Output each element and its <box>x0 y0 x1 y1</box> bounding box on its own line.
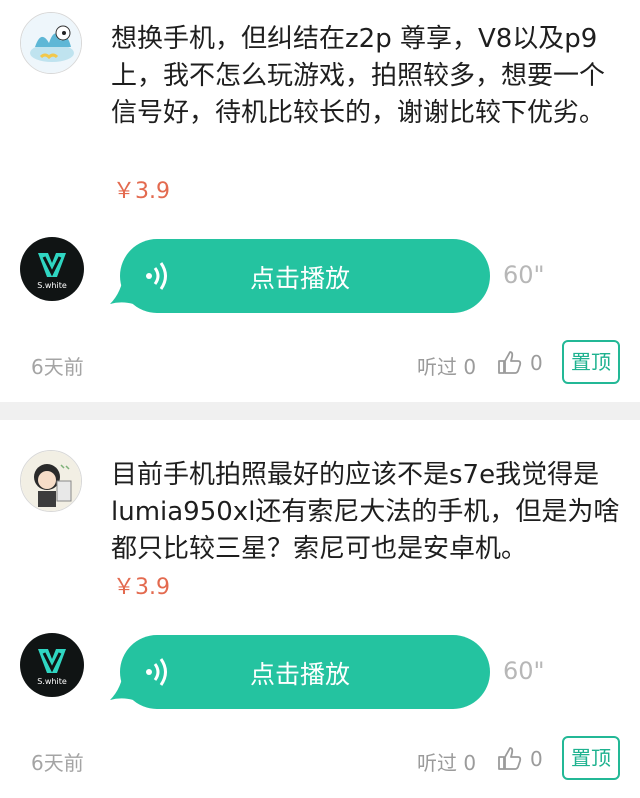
thumbs-up-icon[interactable] <box>497 349 523 375</box>
pin-top-button[interactable]: 置顶 <box>562 340 620 384</box>
post-time: 6天前 <box>31 751 84 775</box>
price-label: ￥3.9 <box>113 575 170 600</box>
qa-card: 想换手机，但纠结在z2p 尊享，V8以及p9上，我不怎么玩游戏，拍照较多，想要一… <box>0 0 640 402</box>
qa-card: 目前手机拍照最好的应该不是s7e我觉得是lumia950xl还有索尼大法的手机，… <box>0 420 640 798</box>
avatar-label: S.white <box>37 677 67 686</box>
asker-avatar[interactable] <box>20 12 82 74</box>
section-divider <box>0 402 640 420</box>
question-text: 想换手机，但纠结在z2p 尊享，V8以及p9上，我不怎么玩游戏，拍照较多，想要一… <box>111 24 606 128</box>
listen-count: 听过 0 <box>417 355 477 379</box>
brand-logo-icon <box>38 253 66 277</box>
like-count: 0 <box>530 747 543 771</box>
like-count: 0 <box>530 351 543 375</box>
audio-wave-icon <box>146 658 167 686</box>
question-text: 目前手机拍照最好的应该不是s7e我觉得是lumia950xl还有索尼大法的手机，… <box>111 460 620 564</box>
play-label: 点击播放 <box>250 264 351 293</box>
audio-duration: 60" <box>503 261 545 289</box>
avatar-label: S.white <box>37 281 67 290</box>
answerer-avatar[interactable]: S.white <box>20 237 84 301</box>
listen-count: 听过 0 <box>417 751 477 775</box>
brand-logo-icon <box>38 649 66 673</box>
thumbs-up-icon[interactable] <box>497 745 523 771</box>
price-label: ￥3.9 <box>113 179 170 204</box>
audio-wave-icon <box>146 262 167 290</box>
audio-duration: 60" <box>503 657 545 685</box>
answerer-avatar[interactable]: S.white <box>20 633 84 697</box>
play-label: 点击播放 <box>250 660 351 689</box>
post-time: 6天前 <box>31 355 84 379</box>
pin-top-button[interactable]: 置顶 <box>562 736 620 780</box>
asker-avatar[interactable] <box>20 450 82 512</box>
